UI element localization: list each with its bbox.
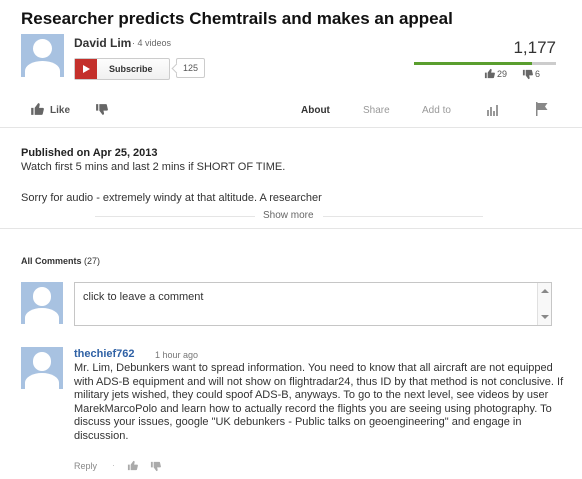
comment-dislike-icon[interactable] bbox=[150, 461, 161, 472]
stats-icon[interactable] bbox=[487, 104, 500, 116]
thumbs-down-small-icon bbox=[522, 69, 533, 80]
comment-timestamp[interactable]: 1 hour ago bbox=[155, 350, 198, 360]
description-line: Watch first 5 mins and last 2 mins if SH… bbox=[21, 161, 286, 173]
reply-button[interactable]: Reply bbox=[74, 461, 97, 471]
subscriber-count-badge: 125 bbox=[176, 58, 206, 78]
comment-input-placeholder: click to leave a comment bbox=[83, 291, 204, 303]
published-date: Published on Apr 25, 2013 bbox=[21, 147, 158, 159]
flag-icon[interactable] bbox=[536, 102, 549, 116]
dislike-count: 6 bbox=[535, 69, 541, 79]
scroll-up-icon[interactable] bbox=[541, 289, 549, 293]
tab-share[interactable]: Share bbox=[363, 105, 390, 116]
comment-author-link[interactable]: thechief762 bbox=[74, 348, 135, 360]
divider bbox=[323, 216, 483, 217]
video-title: Researcher predicts Chemtrails and makes… bbox=[21, 9, 453, 28]
comment-body: Mr. Lim, Debunkers want to spread inform… bbox=[74, 362, 564, 442]
scroll-down-icon[interactable] bbox=[541, 315, 549, 319]
like-thumb-icon[interactable] bbox=[30, 102, 44, 116]
reply-separator: · bbox=[112, 460, 115, 470]
like-button[interactable]: Like bbox=[50, 105, 70, 116]
subscribe-label: Subscribe bbox=[109, 64, 153, 74]
like-ratio-bar bbox=[414, 62, 556, 65]
comments-header: All Comments (27) bbox=[21, 256, 100, 266]
user-avatar bbox=[21, 282, 63, 324]
thumbs-up-small-icon bbox=[484, 68, 495, 79]
description-line: Sorry for audio - extremely windy at tha… bbox=[21, 192, 322, 204]
dislike-thumb-icon[interactable] bbox=[95, 103, 108, 116]
show-more-button[interactable]: Show more bbox=[263, 210, 314, 221]
comment-like-icon[interactable] bbox=[127, 460, 138, 471]
comment-input[interactable]: click to leave a comment bbox=[74, 282, 552, 326]
tab-about[interactable]: About bbox=[301, 105, 330, 116]
like-count: 29 bbox=[497, 69, 508, 79]
divider bbox=[95, 216, 255, 217]
tab-add-to[interactable]: Add to bbox=[422, 105, 451, 116]
view-count: 1,177 bbox=[513, 38, 556, 57]
channel-name-link[interactable]: David Lim bbox=[74, 36, 131, 50]
youtube-logo-icon bbox=[75, 59, 97, 79]
divider bbox=[0, 127, 582, 128]
comments-header-count: (27) bbox=[84, 256, 101, 266]
description-panel: Published on Apr 25, 2013 Watch first 5 … bbox=[0, 130, 582, 227]
like-ratio-fill bbox=[414, 62, 532, 65]
comment-author-avatar[interactable] bbox=[21, 347, 63, 389]
comment-input-scrollbar[interactable] bbox=[537, 283, 551, 325]
comments-section: All Comments (27) click to leave a comme… bbox=[0, 228, 582, 479]
comments-header-label: All Comments bbox=[21, 256, 82, 266]
action-bar: Like About Share Add to bbox=[0, 98, 582, 122]
subscribe-button[interactable]: Subscribe bbox=[74, 58, 170, 80]
channel-avatar[interactable] bbox=[21, 34, 64, 77]
channel-video-count[interactable]: · 4 videos bbox=[132, 38, 171, 48]
